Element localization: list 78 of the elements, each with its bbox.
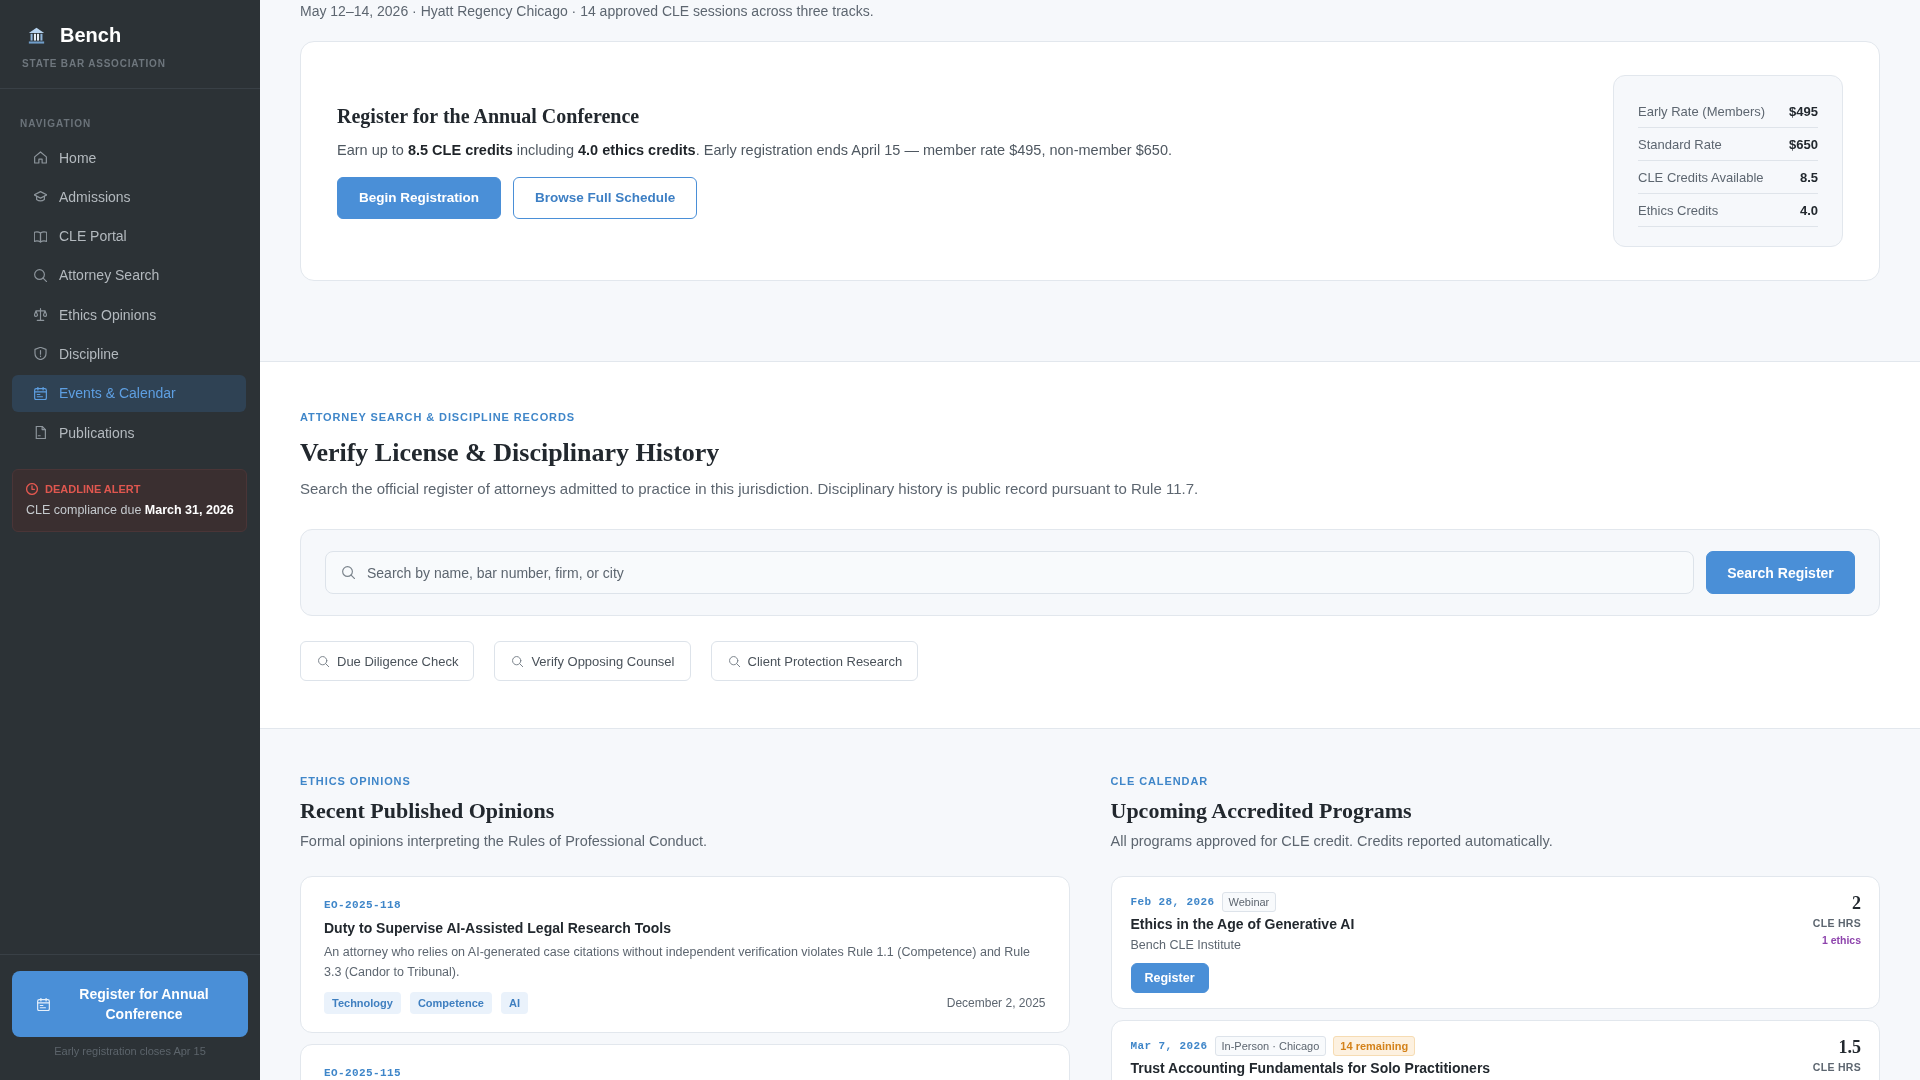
credit-hours-label: CLE HRS [1812, 1060, 1861, 1074]
search-button[interactable]: Search Register [1706, 551, 1855, 594]
begin-registration-button[interactable]: Begin Registration [337, 176, 501, 219]
rate-value: 4.0 [1799, 202, 1818, 218]
home-icon [34, 151, 47, 164]
nav-item[interactable]: Discipline [12, 335, 246, 373]
section-description: All programs approved for CLE credit. Credits reported automatically. [1110, 832, 1554, 851]
topic-tag: Competence [409, 992, 492, 1014]
register-button[interactable]: Register [1130, 963, 1209, 993]
section-title: Recent Published Opinions [300, 798, 556, 824]
register-conference-button[interactable]: Register for Annual Conference [12, 971, 248, 1037]
alert-text: CLE compliance due March 31, 2026 [26, 502, 233, 519]
search-icon [34, 268, 47, 282]
quick-search-chip[interactable]: Due Diligence Check [300, 641, 475, 681]
search-icon [512, 655, 524, 667]
rate-label: Standard Rate [1638, 136, 1722, 152]
program-title: Trust Accounting Fundamentals for Solo Practitioners [1130, 1059, 1491, 1077]
section-title: Upcoming Accredited Programs [1110, 798, 1413, 824]
section-title: Verify License & Disciplinary History [300, 437, 721, 469]
shield-icon [34, 347, 47, 361]
alert-title: DEADLINE ALERT [45, 482, 141, 497]
nav-heading: NAVIGATION [19, 118, 93, 130]
nav-item[interactable]: Ethics Opinions [12, 296, 246, 334]
opinion-number: EO-2025-118 [324, 898, 402, 912]
credit-hours-label: CLE HRS [1812, 916, 1861, 930]
clock-icon [26, 483, 38, 496]
rate-label: Ethics Credits [1638, 202, 1719, 218]
card-title: Register for the Annual Conference [337, 103, 641, 128]
graduation-cap-icon [34, 190, 47, 204]
format-tag: Webinar [1221, 892, 1277, 912]
rate-value: 8.5 [1799, 169, 1818, 185]
book-icon [34, 229, 47, 243]
brand-subtitle: STATE BAR ASSOCIATION [22, 58, 167, 70]
opinion-title: Duty to Supervise AI-Assisted Legal Research Tools [324, 919, 672, 937]
section-description: Search the official register of attorneys admitted to practice in this jurisdiction. Disciplinary history is public record pursuant to Rule 11.7. [300, 479, 1200, 499]
program-provider: Bench CLE Institute [1130, 937, 1242, 953]
brand-name: Bench [60, 24, 122, 46]
event-details: May 12–14, 2026 · Hyatt Regency Chicago · 14 approved CLE sessions across three tracks. [300, 2, 875, 20]
search-field[interactable]: Search by name, bar number, firm, or city [325, 551, 1694, 594]
topic-tag: Technology [324, 992, 401, 1014]
ethics-credits: 1 ethics [1820, 933, 1861, 947]
opinion-date: December 2, 2025 [946, 996, 1046, 1010]
program-date: Feb 28, 2026 [1130, 895, 1215, 909]
calendar-icon [34, 386, 47, 400]
program-title: Ethics in the Age of Generative AI [1130, 915, 1355, 933]
nav-item[interactable]: Publications [12, 414, 246, 452]
program-date: Mar 7, 2026 [1130, 1039, 1208, 1053]
search-icon [342, 566, 355, 579]
credit-hours: 2 [1851, 892, 1861, 914]
opinion-number: EO-2025-115 [324, 1066, 402, 1080]
rate-label: CLE Credits Available [1638, 169, 1764, 185]
format-tag: In-Person · Chicago [1214, 1036, 1327, 1056]
card-text: Earn up to 8.5 CLE credits including 4.0 ethics credits. Early registration ends April 15 — member rate $495, non-member $650. [337, 140, 1172, 160]
nav-item[interactable]: Home [12, 139, 246, 176]
credit-hours: 1.5 [1837, 1036, 1861, 1058]
nav-item[interactable]: Admissions [12, 178, 246, 216]
section-eyebrow: ATTORNEY SEARCH & DISCIPLINE RECORDS [300, 410, 577, 424]
section-description: Formal opinions interpreting the Rules of Professional Conduct. [300, 832, 709, 851]
browse-schedule-button[interactable]: Browse Full Schedule [513, 176, 698, 219]
rate-value: $495 [1789, 103, 1818, 119]
quick-search-chip[interactable]: Client Protection Research [710, 641, 919, 681]
quick-search-chip[interactable]: Verify Opposing Counsel [494, 641, 691, 681]
calendar-icon [37, 997, 50, 1011]
nav-item[interactable]: CLE Portal [12, 217, 246, 255]
opinion-summary: An attorney who relies on AI-generated case citations without independent verification violates Rule 1.1 (Competence) and Rule 3.3 (Candor to Tribunal). [324, 944, 1031, 981]
scales-icon [34, 308, 47, 322]
document-icon [34, 426, 47, 440]
section-eyebrow: ETHICS OPINIONS [300, 774, 412, 788]
seats-remaining-tag: 14 remaining [1333, 1036, 1416, 1056]
section-eyebrow: CLE CALENDAR [1110, 774, 1210, 788]
topic-tag: AI [500, 992, 528, 1014]
nav-item[interactable]: Events & Calendar [12, 374, 246, 412]
search-icon [728, 655, 740, 667]
courthouse-icon [28, 26, 45, 44]
rate-value: $650 [1789, 136, 1818, 152]
search-icon [318, 655, 329, 667]
rate-label: Early Rate (Members) [1638, 103, 1766, 119]
nav-item[interactable]: Attorney Search [12, 256, 246, 294]
